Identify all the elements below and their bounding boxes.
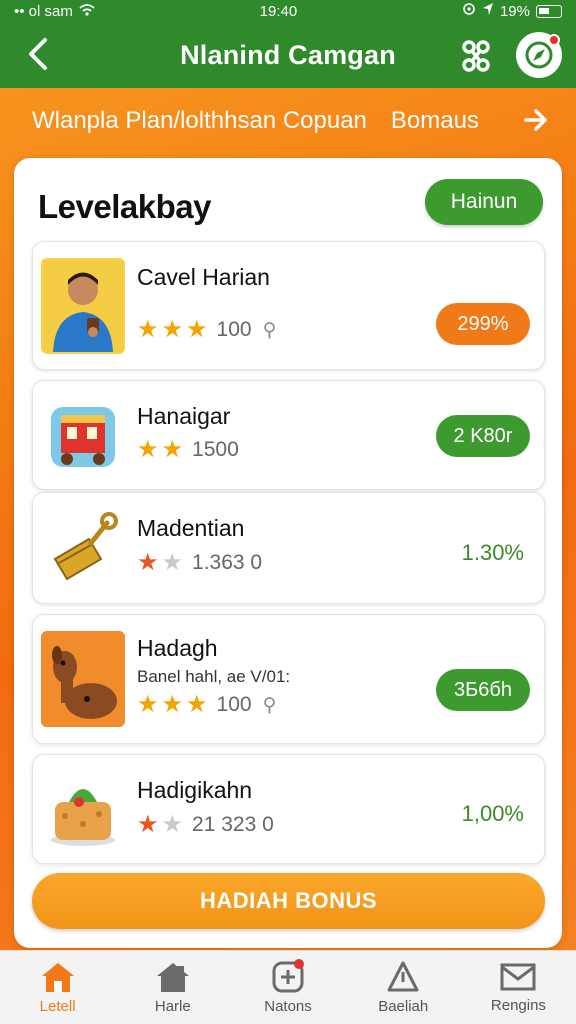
star-icon: ★ — [161, 811, 184, 838]
list-item[interactable]: Hanaigar ★ ★ 1500 2 K80r — [32, 380, 545, 490]
nav-item-home[interactable]: Letell — [0, 951, 115, 1024]
list-item[interactable]: Hadagh Banel hahl, ae V/01: ★ ★ ★ 100 ⚲ … — [32, 614, 545, 744]
tag-icon: ⚲ — [262, 694, 277, 716]
mail-icon — [500, 963, 536, 991]
carrier-text: •• ol sam — [14, 2, 73, 20]
status-right: 19% — [462, 2, 562, 20]
star-icon: ★ — [137, 811, 159, 838]
boy-thumbnail — [41, 258, 125, 354]
nav-label: Harle — [154, 998, 191, 1015]
star-icon: ★ — [137, 549, 159, 576]
back-button[interactable] — [18, 34, 58, 74]
notification-dot — [548, 34, 560, 46]
rating-value: 1500 — [192, 438, 239, 461]
value-badge: 2 K80r — [436, 415, 530, 457]
rating-value: 1.363 0 — [192, 551, 263, 574]
star-icon: ★ — [137, 691, 159, 718]
rating-row: ★ ★ ★ 100 ⚲ — [137, 693, 277, 717]
card-title: Levelakbay — [38, 188, 211, 225]
status-bar: •• ol sam 19:40 19% — [0, 0, 576, 22]
triangle-icon — [387, 961, 419, 992]
app-header: Nlanind Camgan — [0, 22, 576, 88]
rating-row: ★ ★ 1500 — [137, 438, 239, 462]
item-subtitle: Banel hahl, ae V/01: — [137, 667, 291, 686]
item-name: Hadigikahn — [137, 777, 253, 803]
promo-link[interactable]: Wlanpla Plan/lolthhsan Copuan — [32, 107, 367, 135]
home-icon — [41, 963, 74, 992]
list-item[interactable]: Madentian ★ ★ 1.363 0 1.30% — [32, 492, 545, 604]
rating-value: 21 323 0 — [192, 813, 274, 836]
tag-icon: ⚲ — [262, 319, 277, 341]
location-icon — [482, 2, 494, 20]
nav-label: Baeliah — [378, 998, 429, 1015]
item-name: Cavel Harian — [137, 264, 270, 290]
value-badge: 299% — [436, 303, 530, 345]
star-icon: ★ — [161, 549, 184, 576]
card-action-button[interactable]: Hainun — [425, 179, 543, 225]
nav-label: Natons — [264, 998, 312, 1015]
nav-item-rengins[interactable]: Rengins — [461, 951, 576, 1024]
wifi-icon — [79, 3, 95, 20]
page-title: Nlanind Camgan — [180, 39, 396, 70]
network-icon — [462, 40, 490, 72]
percent-value: 1.30% — [461, 540, 524, 565]
shop-thumbnail — [41, 389, 125, 485]
battery-icon — [536, 4, 562, 18]
network-button[interactable] — [456, 36, 496, 76]
rating-row: ★ ★ 1.363 0 — [137, 551, 262, 575]
rating-row: ★ ★ 21 323 0 — [137, 813, 274, 837]
item-name: Hadagh — [137, 635, 218, 661]
list-item[interactable]: Hadigikahn ★ ★ 21 323 0 1,00% — [32, 754, 545, 864]
value-badge: 3Б6бh — [436, 669, 530, 711]
star-icon: ★ — [137, 316, 159, 343]
bottom-nav: Letell Harle Natons Baeliah Rengins — [0, 950, 576, 1024]
arrow-right-icon[interactable] — [522, 106, 550, 141]
nav-label: Rengins — [490, 997, 546, 1014]
shovel-thumbnail — [41, 501, 125, 597]
compass-button[interactable] — [516, 32, 562, 78]
item-name: Hanaigar — [137, 403, 231, 429]
star-icon: ★ — [186, 316, 208, 343]
nav-label: Letell — [39, 998, 76, 1015]
star-icon: ★ — [161, 316, 184, 343]
nav-item-natons[interactable]: Natons — [230, 951, 345, 1024]
nav-item-baeliah[interactable]: Baeliah — [346, 951, 461, 1024]
star-icon: ★ — [161, 691, 184, 718]
star-icon: ★ — [186, 691, 208, 718]
promo-bonus-link[interactable]: Bomaus — [391, 107, 479, 135]
status-left: •• ol sam — [14, 3, 95, 20]
nav-item-house[interactable]: Harle — [115, 951, 230, 1024]
rating-value: 100 — [216, 318, 252, 341]
rating-value: 100 — [216, 693, 252, 716]
cake-thumbnail — [41, 761, 125, 857]
item-name: Madentian — [137, 515, 245, 541]
rating-row: ★ ★ ★ 100 ⚲ — [137, 318, 277, 342]
star-icon: ★ — [137, 436, 159, 463]
status-time: 19:40 — [259, 2, 298, 20]
list-item[interactable]: Cavel Harian ★ ★ ★ 100 ⚲ 299% — [32, 241, 545, 370]
dog-thumbnail — [41, 631, 125, 727]
percent-value: 1,00% — [461, 801, 524, 826]
bonus-button[interactable]: HADIAH BONUS — [32, 873, 545, 929]
sync-icon — [462, 2, 476, 20]
house-icon — [156, 963, 189, 992]
star-icon: ★ — [161, 436, 184, 463]
chevron-left-icon — [29, 38, 47, 70]
promo-banner: Wlanpla Plan/lolthhsan Copuan Bomaus — [0, 88, 576, 154]
battery-percent: 19% — [499, 2, 530, 20]
